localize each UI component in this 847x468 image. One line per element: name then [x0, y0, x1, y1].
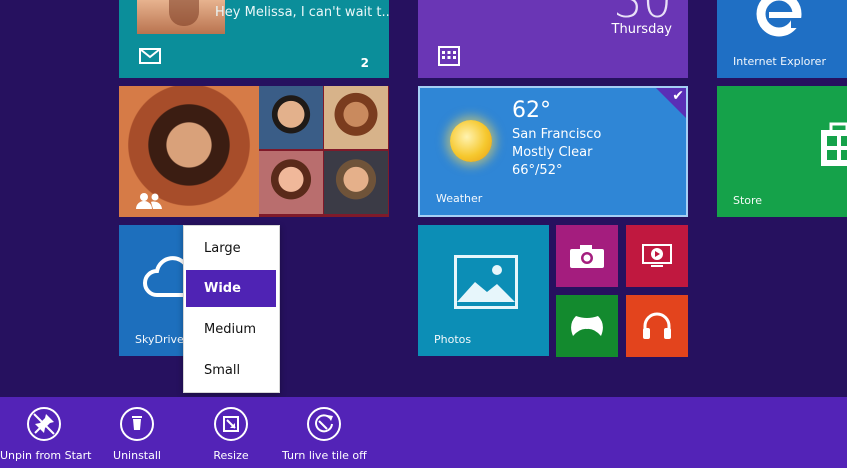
contact-photo: [259, 86, 323, 149]
resize-menu: Large Wide Medium Small: [183, 225, 280, 393]
trash-icon: [132, 416, 142, 430]
headphones-icon: [643, 312, 671, 339]
photos-tile[interactable]: Photos: [418, 225, 549, 356]
tile-label: Store: [733, 194, 763, 207]
tile-label: Weather: [436, 192, 483, 205]
resize-option-medium[interactable]: Medium: [186, 311, 276, 348]
camera-tile[interactable]: [556, 225, 618, 287]
weather-tile[interactable]: 62° San Francisco Mostly Clear 66°/52° ✔…: [418, 86, 688, 217]
weather-condition: Mostly Clear: [512, 145, 593, 160]
live-tile-off-icon: [315, 414, 333, 433]
people-icon: [136, 193, 162, 209]
turn-live-tile-off-button[interactable]: Turn live tile off: [282, 407, 367, 462]
music-tile[interactable]: [626, 295, 688, 357]
tile-label: Photos: [434, 333, 472, 346]
envelope-icon: [139, 48, 161, 64]
store-bag-icon: [821, 122, 847, 166]
calendar-day: Thursday: [611, 22, 672, 37]
camera-icon: [570, 245, 604, 268]
video-play-icon: [642, 244, 672, 267]
mail-sender-avatar: [137, 0, 225, 34]
button-label: Turn live tile off: [282, 449, 367, 462]
unpin-from-start-button[interactable]: Unpin from Start: [0, 407, 92, 462]
uninstall-button[interactable]: Uninstall: [104, 407, 170, 462]
store-tile[interactable]: Store: [717, 86, 847, 217]
resize-option-small[interactable]: Small: [186, 352, 276, 389]
people-tile[interactable]: [119, 86, 389, 217]
resize-button[interactable]: Resize: [200, 407, 262, 462]
button-label: Resize: [213, 449, 249, 462]
tile-label: SkyDrive: [135, 333, 184, 346]
xbox-controller-icon: [571, 316, 603, 336]
checkmark-icon: ✔: [672, 88, 684, 104]
internet-explorer-tile[interactable]: Internet Explorer: [717, 0, 847, 78]
mail-preview-text: Hey Melissa, I can't wait t...: [215, 5, 389, 20]
button-label: Uninstall: [113, 449, 161, 462]
games-tile[interactable]: [556, 295, 618, 357]
weather-temperature: 62°: [512, 98, 551, 123]
mail-tile[interactable]: Hey Melissa, I can't wait t... 2: [119, 0, 389, 78]
app-bar: Unpin from Start Uninstall Resize Turn l…: [0, 397, 847, 468]
contact-photo: [324, 86, 388, 149]
resize-option-large[interactable]: Large: [186, 230, 276, 267]
contact-photo: [324, 151, 388, 214]
video-tile[interactable]: [626, 225, 688, 287]
photo-frame-icon: [454, 255, 518, 309]
button-label: Unpin from Start: [0, 449, 92, 462]
tile-label: Internet Explorer: [733, 55, 826, 68]
resize-icon: [223, 416, 239, 432]
contact-photo: [259, 151, 323, 214]
weather-range: 66°/52°: [512, 163, 563, 178]
weather-city: San Francisco: [512, 127, 602, 142]
sun-icon: [450, 120, 492, 162]
unread-count-badge: 2: [360, 56, 369, 70]
unpin-icon: [33, 413, 55, 435]
calendar-icon: [438, 46, 460, 66]
calendar-tile[interactable]: 30 Thursday: [418, 0, 688, 78]
resize-option-wide[interactable]: Wide: [186, 270, 276, 307]
internet-explorer-icon: [756, 0, 805, 37]
